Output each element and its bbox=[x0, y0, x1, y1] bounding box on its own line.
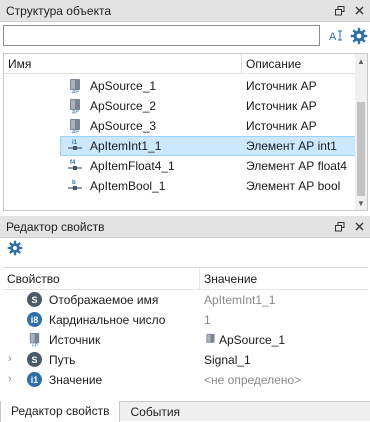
scroll-down-icon[interactable]: ▼ bbox=[355, 196, 367, 210]
property-value[interactable]: ApSource_1 bbox=[219, 333, 285, 347]
tree-row[interactable]: AP ApSource_2 Источник АР bbox=[4, 96, 356, 116]
tree-item-description: Источник АР bbox=[246, 119, 317, 133]
property-toolbar bbox=[0, 238, 370, 260]
tree-item-name: ApItemFloat4_1 bbox=[90, 159, 175, 173]
property-value[interactable]: ApItemInt1_1 bbox=[204, 293, 275, 307]
tree-row[interactable]: AP ApSource_3 Источник АР bbox=[4, 116, 356, 136]
expand-chevron-icon[interactable]: › bbox=[8, 353, 18, 367]
property-row[interactable]: S Отображаемое имя ApItemInt1_1 bbox=[3, 290, 368, 310]
source-icon: AP bbox=[67, 78, 83, 96]
property-label: Путь bbox=[49, 353, 76, 367]
tree-row[interactable]: b ApItemBool_1 Элемент АР bool bbox=[4, 176, 356, 196]
column-header-property[interactable]: Свойство bbox=[3, 268, 200, 289]
bool-item-icon: b bbox=[67, 178, 83, 194]
search-toolbar: A bbox=[0, 23, 370, 49]
property-table-header: Свойство Значение bbox=[3, 268, 368, 290]
property-label: Кардинальное число bbox=[49, 313, 166, 327]
float-item-icon: f4 bbox=[67, 158, 83, 174]
svg-text:AP: AP bbox=[72, 90, 79, 95]
float-panel-icon[interactable] bbox=[332, 3, 348, 19]
settings-gear-icon[interactable] bbox=[349, 26, 369, 46]
int-item-icon: i1 bbox=[67, 138, 83, 154]
property-row[interactable]: › S Путь Signal_1 bbox=[3, 350, 368, 370]
scroll-up-icon[interactable]: ▲ bbox=[355, 54, 367, 68]
property-value[interactable]: <не определено> bbox=[204, 373, 301, 387]
object-tree-table: Имя Описание AP ApSource_1 Источник АР A… bbox=[3, 53, 368, 211]
svg-text:f4: f4 bbox=[70, 160, 76, 166]
tree-item-description: Элемент АР int1 bbox=[246, 139, 337, 153]
tab-events[interactable]: События bbox=[120, 402, 190, 421]
string-type-icon: S bbox=[27, 352, 42, 367]
source-icon: AP bbox=[27, 332, 42, 348]
source-icon: AP bbox=[67, 118, 83, 136]
column-header-description[interactable]: Описание bbox=[242, 54, 356, 73]
tree-vertical-scrollbar[interactable]: ▲ ▼ bbox=[355, 54, 367, 210]
tree-body: AP ApSource_1 Источник АР AP ApSource_2 … bbox=[4, 76, 356, 196]
property-row[interactable]: › i1 Значение <не определено> bbox=[3, 370, 368, 390]
property-table: Свойство Значение S Отображаемое имя ApI… bbox=[3, 267, 368, 399]
svg-text:AP: AP bbox=[72, 130, 79, 135]
source-icon bbox=[204, 333, 217, 349]
property-row[interactable]: AP Источник ApSource_1 bbox=[3, 330, 368, 350]
tree-item-description: Элемент АР bool bbox=[246, 179, 341, 193]
property-editor-title: Редактор свойств bbox=[6, 219, 105, 234]
svg-text:i1: i1 bbox=[72, 140, 78, 146]
column-header-name[interactable]: Имя bbox=[4, 54, 242, 73]
tree-item-name: ApSource_2 bbox=[90, 99, 157, 113]
svg-text:AP: AP bbox=[32, 343, 38, 347]
tree-row-selected[interactable]: i1 ApItemInt1_1 Элемент АР int1 bbox=[4, 136, 356, 156]
int8-type-icon: i8 bbox=[27, 312, 42, 327]
property-label: Значение bbox=[49, 373, 103, 387]
property-value[interactable]: 1 bbox=[204, 313, 211, 327]
tree-item-name: ApSource_1 bbox=[90, 79, 157, 93]
property-row[interactable]: i8 Кардинальное число 1 bbox=[3, 310, 368, 330]
source-icon: AP bbox=[67, 98, 83, 116]
string-type-icon: S bbox=[27, 292, 42, 307]
float-panel-icon[interactable] bbox=[332, 219, 348, 235]
svg-text:AP: AP bbox=[72, 110, 79, 115]
scroll-thumb[interactable] bbox=[357, 102, 365, 196]
tab-property-editor[interactable]: Редактор свойств bbox=[0, 401, 121, 422]
tree-item-name: ApItemBool_1 bbox=[90, 179, 166, 193]
tree-item-name: ApItemInt1_1 bbox=[90, 139, 162, 153]
svg-text:b: b bbox=[72, 180, 76, 186]
object-structure-title: Структура объекта bbox=[6, 3, 112, 18]
property-label: Источник bbox=[49, 333, 101, 347]
text-filter-icon[interactable]: A bbox=[326, 26, 346, 46]
property-label: Отображаемое имя bbox=[49, 293, 159, 307]
tree-header: Имя Описание bbox=[4, 54, 356, 74]
close-panel-icon[interactable] bbox=[351, 219, 367, 235]
svg-text:A: A bbox=[329, 31, 337, 43]
tree-row[interactable]: f4 ApItemFloat4_1 Элемент АР float4 bbox=[4, 156, 356, 176]
tree-item-name: ApSource_3 bbox=[90, 119, 157, 133]
expand-chevron-icon[interactable]: › bbox=[8, 373, 18, 387]
property-value[interactable]: Signal_1 bbox=[204, 353, 251, 367]
tree-item-description: Элемент АР float4 bbox=[246, 159, 347, 173]
tree-row[interactable]: AP ApSource_1 Источник АР bbox=[4, 76, 356, 96]
int1-type-icon: i1 bbox=[27, 372, 42, 387]
tree-item-description: Источник АР bbox=[246, 99, 317, 113]
column-header-value[interactable]: Значение bbox=[200, 268, 368, 289]
bottom-tab-bar: Редактор свойств События bbox=[0, 401, 370, 422]
tree-item-description: Источник АР bbox=[246, 79, 317, 93]
object-structure-header: Структура объекта bbox=[0, 0, 370, 22]
search-input[interactable] bbox=[3, 25, 320, 46]
settings-gear-icon[interactable] bbox=[5, 238, 25, 258]
property-editor-header: Редактор свойств bbox=[0, 216, 370, 238]
close-panel-icon[interactable] bbox=[351, 3, 367, 19]
